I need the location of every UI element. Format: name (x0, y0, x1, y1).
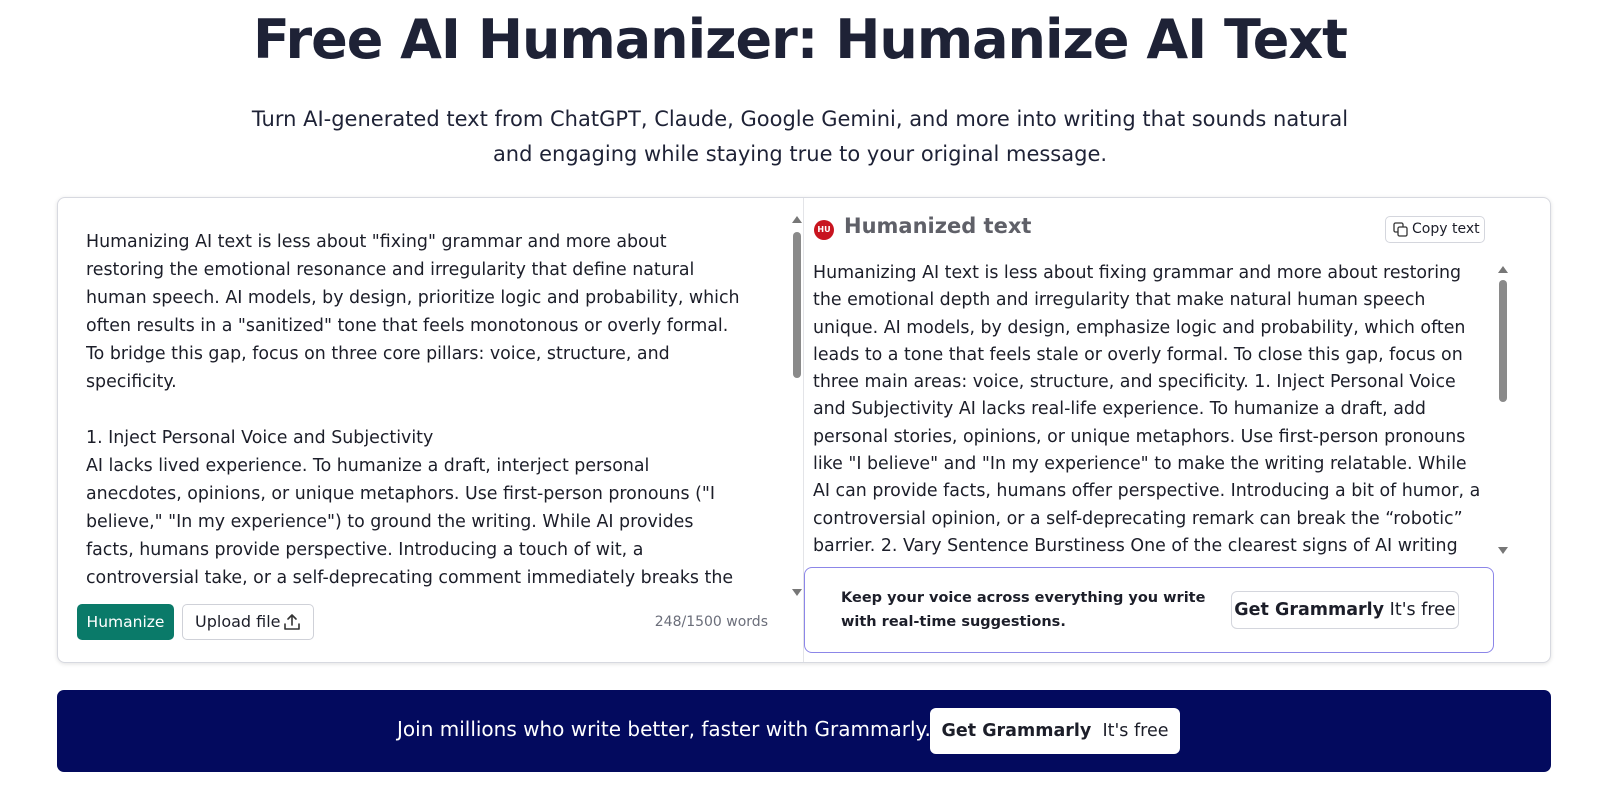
output-scrollbar[interactable] (1498, 266, 1508, 554)
word-count: 248/1500 words (654, 614, 768, 630)
output-scroll-thumb[interactable] (1499, 280, 1507, 402)
banner-button-label: Get Grammarly (941, 721, 1092, 741)
page-subtitle: Turn AI-generated text from ChatGPT, Cla… (250, 102, 1350, 172)
grammarly-promo-box: Keep your voice across everything you wr… (804, 567, 1494, 653)
scroll-up-arrow-icon[interactable] (1498, 266, 1508, 273)
banner-get-grammarly-button[interactable]: Get Grammarly It's free (930, 708, 1180, 754)
humanized-badge-icon: HU (814, 220, 834, 240)
page-title: Free AI Humanizer: Humanize AI Text (253, 8, 1348, 71)
copy-text-button[interactable]: Copy text (1385, 216, 1485, 243)
upload-file-button[interactable]: Upload file (182, 604, 314, 640)
humanize-button[interactable]: Humanize (77, 604, 174, 640)
humanizer-tool-card: Humanizing AI text is less about "fixing… (57, 197, 1551, 663)
promo-button-label: Get Grammarly (1234, 600, 1385, 620)
scroll-up-arrow-icon[interactable] (792, 216, 802, 223)
subtitle-line-1: Turn AI-generated text from ChatGPT, Cla… (251, 107, 1349, 131)
promo-get-grammarly-button[interactable]: Get Grammarly It's free (1231, 591, 1459, 629)
grammarly-banner: Join millions who write better, faster w… (57, 690, 1551, 772)
copy-text-label: Copy text (1412, 221, 1480, 237)
subtitle-line-2: and engaging while staying true to your … (492, 142, 1108, 166)
upload-icon (284, 614, 300, 630)
promo-button-sublabel: It's free (1389, 600, 1456, 620)
output-heading: Humanized text (844, 214, 1032, 238)
copy-icon (1393, 222, 1408, 237)
humanized-output-text: Humanizing AI text is less about fixing … (813, 263, 1481, 556)
banner-text: Join millions who write better, faster w… (397, 717, 931, 741)
input-scrollbar[interactable] (792, 216, 802, 596)
banner-button-sublabel: It's free (1102, 721, 1169, 741)
promo-text: Keep your voice across everything you wr… (841, 590, 1206, 630)
scroll-down-arrow-icon[interactable] (1498, 547, 1508, 554)
input-text-area[interactable]: Humanizing AI text is less about "fixing… (86, 228, 746, 590)
input-scroll-thumb[interactable] (793, 232, 801, 378)
scroll-down-arrow-icon[interactable] (792, 589, 802, 596)
upload-file-label: Upload file (195, 612, 281, 631)
